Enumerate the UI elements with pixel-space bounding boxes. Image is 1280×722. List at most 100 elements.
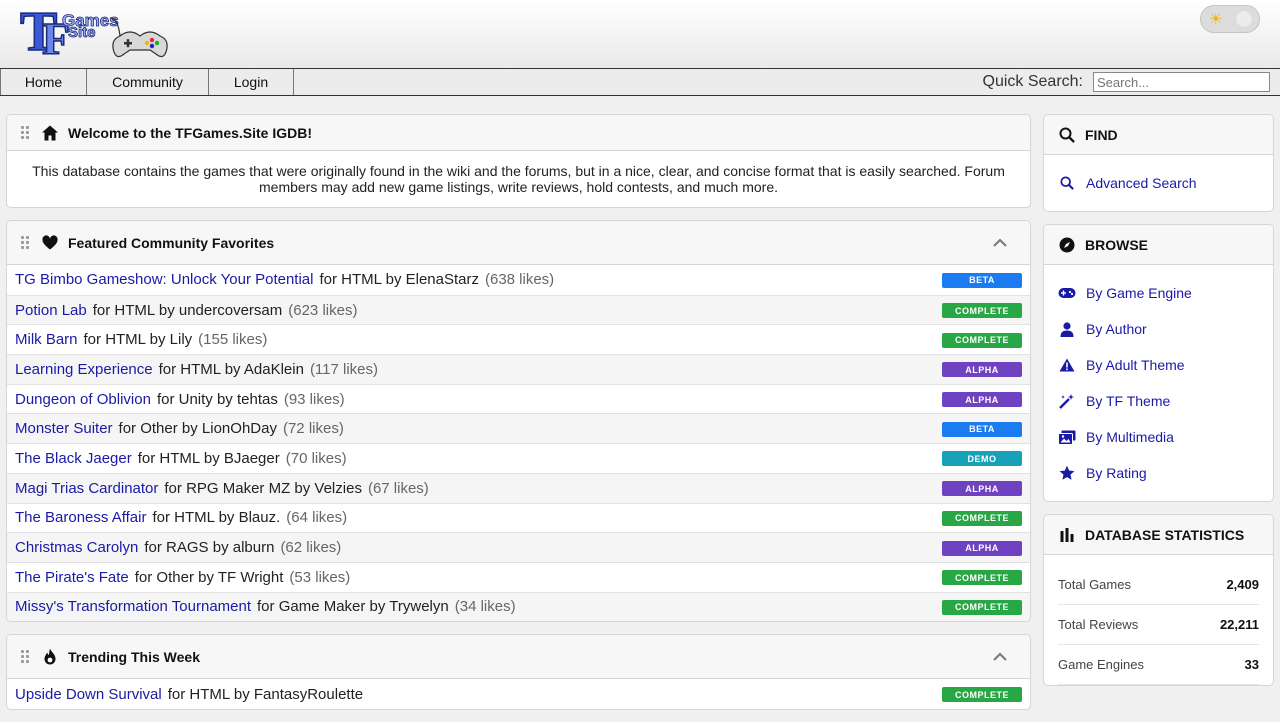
site-header: T F Games Site ☀ <box>0 0 1280 68</box>
star-icon <box>1058 464 1076 482</box>
stat-label: Total Reviews <box>1058 617 1139 632</box>
stat-row: Total Games 2,409 <box>1058 565 1259 605</box>
game-title-link[interactable]: Missy's Transformation Tournament <box>15 598 251 615</box>
game-title-link[interactable]: TG Bimbo Gameshow: Unlock Your Potential <box>15 271 313 288</box>
theme-toggle[interactable]: ☀ <box>1200 5 1260 33</box>
game-row: Christmas Carolyn for RAGS by alburn (62 l… <box>7 532 1030 562</box>
stats-header: DATABASE STATISTICS <box>1044 515 1273 555</box>
find-list: Advanced Search <box>1044 155 1273 211</box>
game-title-link[interactable]: Monster Suiter <box>15 420 113 437</box>
status-badge: COMPLETE <box>942 599 1022 615</box>
game-meta: for Other by TF Wright <box>134 568 284 586</box>
browse-item-label: By TF Theme <box>1086 393 1171 409</box>
browse-card: BROWSE By Game Engine By Author By Adult… <box>1043 224 1274 502</box>
nav-home[interactable]: Home <box>0 69 87 95</box>
nav-community[interactable]: Community <box>87 69 209 95</box>
game-meta: for HTML by AdaKlein <box>158 360 304 378</box>
game-title-link[interactable]: Learning Experience <box>15 361 153 378</box>
trending-card: Trending This Week Upside Down Survival f… <box>6 634 1031 710</box>
browse-list: By Game Engine By Author By Adult Theme <box>1044 265 1273 501</box>
featured-header: Featured Community Favorites <box>7 221 1030 265</box>
status-badge: COMPLETE <box>942 303 1022 319</box>
drag-handle-icon[interactable] <box>21 235 31 250</box>
stat-value: 22,211 <box>1219 617 1259 632</box>
collapse-chevron-up-icon[interactable] <box>992 235 1008 251</box>
toggle-knob <box>1235 10 1253 28</box>
stat-label: Total Games <box>1058 577 1131 592</box>
game-title-link[interactable]: Potion Lab <box>15 302 87 319</box>
left-column: Welcome to the TFGames.Site IGDB! This d… <box>6 114 1031 722</box>
stats-title: DATABASE STATISTICS <box>1085 526 1245 543</box>
welcome-header: Welcome to the TFGames.Site IGDB! <box>7 115 1030 151</box>
compass-icon <box>1058 236 1076 254</box>
browse-by-tf-theme[interactable]: By TF Theme <box>1058 383 1259 419</box>
game-title-link[interactable]: Milk Barn <box>15 331 78 348</box>
advanced-search-label: Advanced Search <box>1086 175 1197 191</box>
welcome-body: This database contains the games that we… <box>32 163 1005 195</box>
images-icon <box>1058 428 1076 446</box>
stat-label: Game Engines <box>1058 657 1144 672</box>
browse-by-adult-theme[interactable]: By Adult Theme <box>1058 347 1259 383</box>
collapse-chevron-up-icon[interactable] <box>992 649 1008 665</box>
browse-by-author[interactable]: By Author <box>1058 311 1259 347</box>
browse-by-rating[interactable]: By Rating <box>1058 455 1259 491</box>
stats-list: Total Games 2,409 Total Reviews 22,211 G… <box>1044 555 1273 685</box>
user-icon <box>1058 320 1076 338</box>
status-badge: BETA <box>942 272 1022 288</box>
game-row: The Baroness Affair for HTML by Blauz. (64… <box>7 502 1030 533</box>
browse-by-game-engine[interactable]: By Game Engine <box>1058 275 1259 311</box>
status-badge: ALPHA <box>942 540 1022 556</box>
status-badge: ALPHA <box>942 392 1022 408</box>
status-badge: ALPHA <box>942 362 1022 378</box>
site-logo[interactable]: T F Games Site <box>19 0 176 65</box>
trending-header: Trending This Week <box>7 635 1030 680</box>
right-sidebar: FIND Advanced Search BROWSE By Game Engi… <box>1043 114 1274 698</box>
game-title-link[interactable]: Magi Trias Cardinator <box>15 480 158 497</box>
advanced-search-link[interactable]: Advanced Search <box>1058 165 1259 201</box>
game-meta: for Unity by tehtas <box>156 390 278 408</box>
sun-icon: ☀ <box>1209 10 1223 28</box>
welcome-title: Welcome to the TFGames.Site IGDB! <box>68 124 313 141</box>
fire-icon <box>41 648 59 666</box>
game-likes: (64 likes) <box>286 509 348 527</box>
stats-card: DATABASE STATISTICS Total Games 2,409 To… <box>1043 514 1274 686</box>
game-meta: for HTML by ElenaStarz <box>319 271 479 289</box>
game-row: Potion Lab for HTML by undercoversam (623 … <box>7 294 1030 325</box>
browse-by-multimedia[interactable]: By Multimedia <box>1058 419 1259 455</box>
quick-search-input[interactable] <box>1093 72 1270 92</box>
bar-chart-icon <box>1058 526 1076 544</box>
home-icon <box>41 124 59 142</box>
browse-item-label: By Game Engine <box>1086 285 1192 301</box>
game-title-link[interactable]: The Black Jaeger <box>15 450 132 467</box>
game-row: TG Bimbo Gameshow: Unlock Your Potential… <box>7 265 1030 295</box>
game-title-link[interactable]: The Pirate's Fate <box>15 569 129 586</box>
game-likes: (93 likes) <box>283 390 345 408</box>
find-header: FIND <box>1044 115 1273 155</box>
browse-header: BROWSE <box>1044 225 1273 265</box>
game-likes: (623 likes) <box>288 301 358 319</box>
find-card: FIND Advanced Search <box>1043 114 1274 212</box>
game-row: Magi Trias Cardinator for RPG Maker MZ by… <box>7 472 1030 503</box>
game-title-link[interactable]: Upside Down Survival <box>15 686 162 703</box>
quick-search-label: Quick Search: <box>982 73 1083 90</box>
game-likes: (53 likes) <box>289 568 351 586</box>
stat-value: 33 <box>1244 657 1259 672</box>
nav-login[interactable]: Login <box>209 69 294 95</box>
status-badge: COMPLETE <box>942 570 1022 586</box>
game-title-link[interactable]: Christmas Carolyn <box>15 539 138 556</box>
game-row: The Black Jaeger for HTML by BJaeger (70 l… <box>7 443 1030 473</box>
drag-handle-icon[interactable] <box>21 649 31 664</box>
game-likes: (70 likes) <box>285 449 347 467</box>
game-title-link[interactable]: The Baroness Affair <box>15 509 146 526</box>
status-badge: COMPLETE <box>942 510 1022 526</box>
drag-handle-icon[interactable] <box>21 125 31 140</box>
status-badge: BETA <box>942 421 1022 437</box>
quick-search: Quick Search: <box>983 72 1270 92</box>
game-meta: for Game Maker by Trywelyn <box>257 598 449 616</box>
game-row: Upside Down Survival for HTML by FantasyR… <box>7 679 1030 709</box>
browse-title: BROWSE <box>1085 236 1148 253</box>
game-row: Learning Experience for HTML by AdaKlein (… <box>7 354 1030 384</box>
game-row: Milk Barn for HTML by Lily (155 likes) COMP… <box>7 324 1030 354</box>
game-likes: (117 likes) <box>309 360 379 378</box>
game-title-link[interactable]: Dungeon of Oblivion <box>15 391 151 408</box>
